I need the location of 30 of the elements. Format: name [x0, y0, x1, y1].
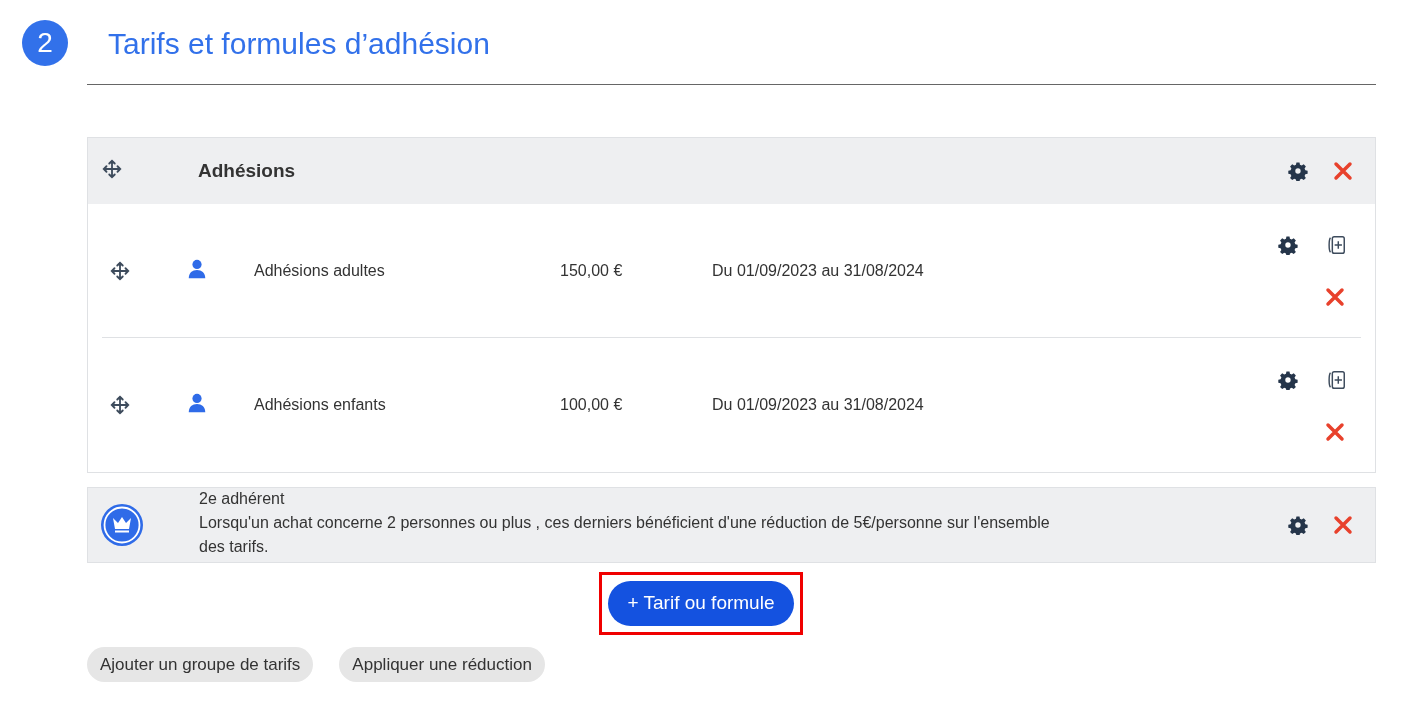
tariff-name: Adhésions adultes: [254, 260, 386, 281]
tariff-name: Adhésions enfants: [254, 395, 387, 415]
secondary-button[interactable]: Appliquer une réduction: [339, 647, 545, 682]
settings-icon[interactable]: [1278, 369, 1298, 390]
tariff-price: 150,00 €: [560, 260, 624, 281]
section-title: Tarifs et formules d’adhésion: [108, 25, 490, 62]
person-icon: [186, 392, 208, 414]
close-icon[interactable]: [1325, 421, 1345, 442]
group-title: Adhésions: [198, 158, 296, 183]
secondary-button[interactable]: Ajouter un groupe de tarifs: [87, 647, 314, 682]
discount-description: Lorsqu'un achat concerne 2 personnes ou plus , ces derniers bénéficient d'une réduction de 5€/personne sur l'ensemble des tarifs.: [199, 513, 1051, 557]
crown-badge-icon: [100, 503, 144, 547]
move-icon[interactable]: [109, 259, 131, 282]
close-icon[interactable]: [1333, 161, 1353, 181]
tariff-period: Du 01/09/2023 au 31/08/2024: [712, 395, 924, 415]
settings-icon[interactable]: [1288, 515, 1308, 535]
close-icon[interactable]: [1333, 515, 1353, 535]
move-icon[interactable]: [101, 158, 123, 180]
settings-icon[interactable]: [1278, 235, 1298, 255]
person-icon: [186, 257, 208, 280]
step-number: 2: [22, 20, 68, 66]
tariff-price: 100,00 €: [560, 395, 624, 415]
tariff-period: Du 01/09/2023 au 31/08/2024: [712, 260, 924, 281]
add-tariff-button[interactable]: + Tarif ou formule: [607, 581, 795, 626]
discount-title: 2e adhérent: [199, 489, 286, 509]
duplicate-icon[interactable]: [1325, 368, 1347, 391]
close-icon[interactable]: [1325, 287, 1345, 307]
duplicate-icon[interactable]: [1325, 234, 1347, 256]
move-icon[interactable]: [109, 394, 131, 416]
settings-icon[interactable]: [1288, 161, 1308, 181]
